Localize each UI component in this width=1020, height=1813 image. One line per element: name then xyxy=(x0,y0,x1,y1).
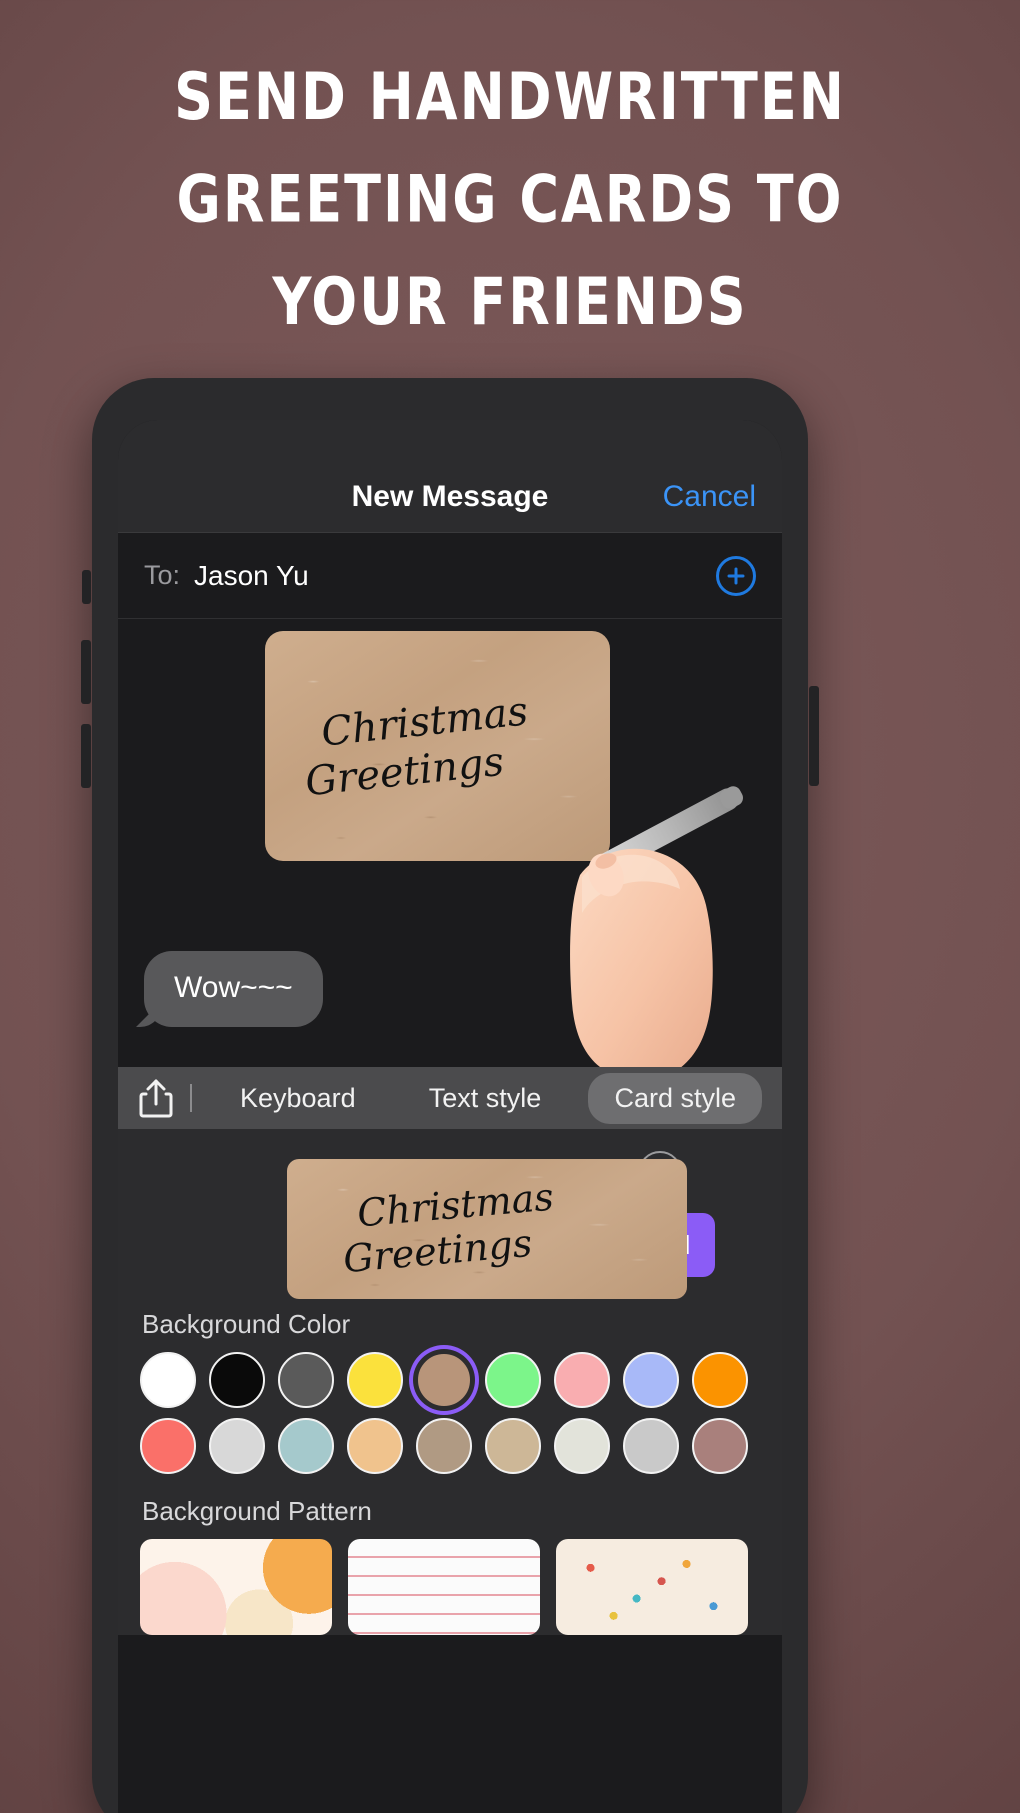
headline-line-3: Your Friends xyxy=(272,264,748,341)
page-headline: Send Handwritten Greeting Cards to Your … xyxy=(0,47,1020,355)
pattern-abstract-shapes[interactable] xyxy=(140,1539,332,1635)
background-color-row-1 xyxy=(140,1352,760,1408)
preview-row: Christmas Greetings ? Send xyxy=(140,1147,760,1299)
background-color-label: Background Color xyxy=(142,1309,351,1339)
cancel-button[interactable]: Cancel xyxy=(663,480,756,514)
color-swatch-black[interactable] xyxy=(209,1352,265,1408)
editor-toolbar: Keyboard Text style Card style xyxy=(118,1067,782,1129)
color-swatch-orange[interactable] xyxy=(692,1352,748,1408)
color-swatch-coral[interactable] xyxy=(140,1418,196,1474)
headline-line-2: Greeting Cards to xyxy=(176,162,844,238)
color-swatch-peach[interactable] xyxy=(347,1418,403,1474)
tab-text-style[interactable]: Text style xyxy=(403,1073,568,1124)
phone-power-button[interactable] xyxy=(809,686,819,786)
tab-card-style[interactable]: Card style xyxy=(588,1072,762,1124)
message-bubble[interactable]: Wow~~~ xyxy=(144,951,323,1027)
card-preview[interactable]: Christmas Greetings xyxy=(287,1159,687,1299)
conversation-area: Christmas Greetings Wow~~~ xyxy=(118,619,782,1067)
color-swatch-light-grey[interactable] xyxy=(209,1418,265,1474)
color-swatch-pink[interactable] xyxy=(554,1352,610,1408)
color-swatch-periwinkle[interactable] xyxy=(623,1352,679,1408)
color-swatch-mint-green[interactable] xyxy=(485,1352,541,1408)
message-bubble-text: Wow~~~ xyxy=(174,971,293,1004)
pattern-confetti-dots[interactable] xyxy=(556,1539,748,1635)
tab-keyboard[interactable]: Keyboard xyxy=(214,1073,382,1124)
color-swatch-white[interactable] xyxy=(140,1352,196,1408)
phone-mute-switch[interactable] xyxy=(82,570,91,604)
toolbar-divider xyxy=(190,1084,192,1112)
greeting-card-attachment[interactable]: Christmas Greetings xyxy=(265,631,610,861)
recipient-value: Jason Yu xyxy=(194,559,309,591)
phone-volume-down-button[interactable] xyxy=(81,724,91,788)
phone-screen: New Message Cancel To: Jason Yu Christma… xyxy=(118,420,782,1813)
plus-circle-icon[interactable] xyxy=(716,555,756,596)
color-swatch-mauve[interactable] xyxy=(692,1418,748,1474)
color-swatch-dark-grey[interactable] xyxy=(278,1352,334,1408)
color-swatch-teal[interactable] xyxy=(278,1418,334,1474)
recipient-label: To: xyxy=(144,560,181,590)
headline-line-1: Send Handwritten xyxy=(174,59,846,136)
background-color-row-2 xyxy=(140,1418,760,1474)
recipient-field[interactable]: To: Jason Yu xyxy=(118,533,782,619)
color-swatch-silver[interactable] xyxy=(623,1418,679,1474)
background-pattern-row xyxy=(140,1539,760,1635)
card-style-editor: Christmas Greetings ? Send Background Co… xyxy=(118,1129,782,1635)
phone-volume-up-button[interactable] xyxy=(81,640,91,704)
navigation-bar: New Message Cancel xyxy=(118,420,782,533)
phone-mockup: New Message Cancel To: Jason Yu Christma… xyxy=(81,378,819,1813)
pattern-lined-paper[interactable] xyxy=(348,1539,540,1635)
color-swatch-yellow[interactable] xyxy=(347,1352,403,1408)
color-swatch-beige[interactable] xyxy=(485,1418,541,1474)
color-swatch-off-white[interactable] xyxy=(554,1418,610,1474)
color-swatch-kraft-tan[interactable] xyxy=(416,1352,472,1408)
color-swatch-taupe[interactable] xyxy=(416,1418,472,1474)
share-icon[interactable] xyxy=(138,1078,174,1118)
page-title: New Message xyxy=(351,480,549,513)
background-pattern-label: Background Pattern xyxy=(142,1496,372,1526)
